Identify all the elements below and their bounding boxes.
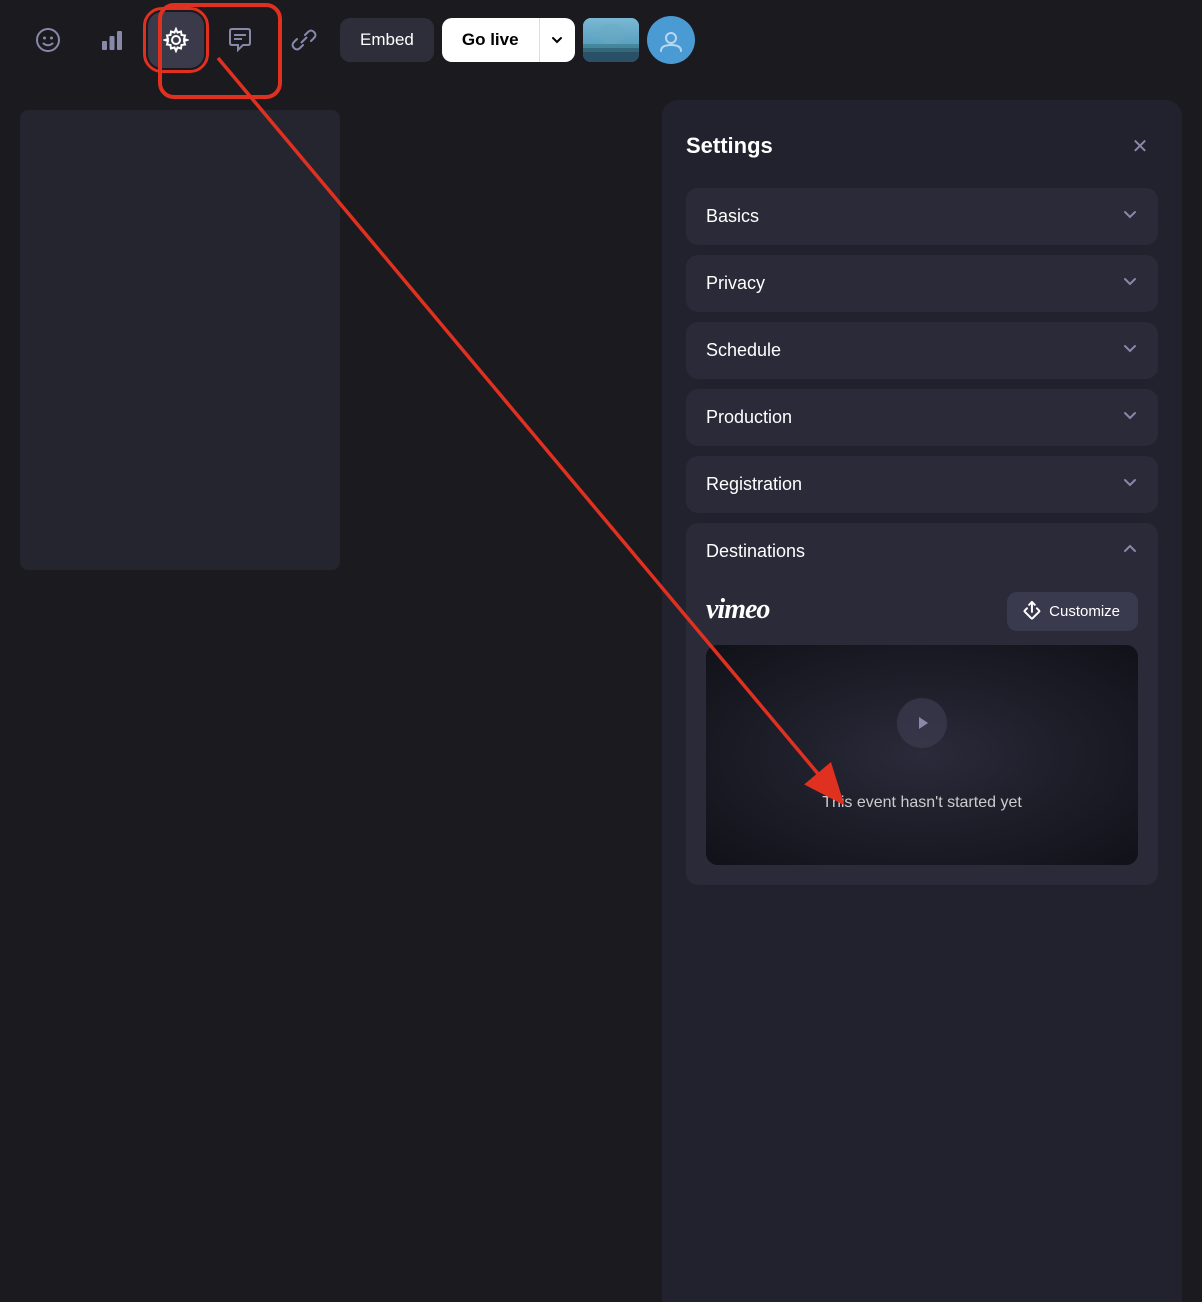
left-area xyxy=(0,80,662,1302)
thumbnail-image xyxy=(583,18,639,62)
schedule-label: Schedule xyxy=(706,340,781,361)
video-preview-box xyxy=(20,110,340,570)
basics-chevron-icon xyxy=(1122,206,1138,227)
customize-label: Customize xyxy=(1049,603,1120,620)
close-icon: ✕ xyxy=(1132,134,1149,159)
chart-icon-button[interactable] xyxy=(84,12,140,68)
go-live-chevron-button[interactable] xyxy=(539,18,575,62)
go-live-group: Go live xyxy=(442,18,575,62)
play-icon-circle xyxy=(897,698,947,748)
privacy-header[interactable]: Privacy xyxy=(686,255,1158,312)
schedule-header[interactable]: Schedule xyxy=(686,322,1158,379)
link-icon-button[interactable] xyxy=(276,12,332,68)
destinations-chevron-icon xyxy=(1122,541,1138,562)
production-label: Production xyxy=(706,407,792,428)
schedule-accordion: Schedule xyxy=(686,322,1158,379)
vimeo-row: vimeo Customize xyxy=(706,592,1138,631)
schedule-chevron-icon xyxy=(1122,340,1138,361)
smiley-icon-button[interactable] xyxy=(20,12,76,68)
vimeo-logo: vimeo xyxy=(706,592,806,631)
settings-title: Settings xyxy=(686,133,773,159)
destinations-header[interactable]: Destinations xyxy=(686,523,1158,580)
settings-panel: Settings ✕ Basics Privacy xyxy=(662,100,1182,1302)
production-header[interactable]: Production xyxy=(686,389,1158,446)
production-chevron-icon xyxy=(1122,407,1138,428)
production-accordion: Production xyxy=(686,389,1158,446)
main-content: Settings ✕ Basics Privacy xyxy=(0,80,1202,1302)
go-live-button[interactable]: Go live xyxy=(442,18,539,62)
registration-label: Registration xyxy=(706,474,802,495)
gear-icon-button[interactable] xyxy=(148,12,204,68)
destinations-label: Destinations xyxy=(706,541,805,562)
destinations-accordion: Destinations vimeo xyxy=(686,523,1158,885)
thumbnail-button[interactable] xyxy=(583,18,639,62)
registration-accordion: Registration xyxy=(686,456,1158,513)
registration-header[interactable]: Registration xyxy=(686,456,1158,513)
basics-label: Basics xyxy=(706,206,759,227)
privacy-accordion: Privacy xyxy=(686,255,1158,312)
destinations-content: vimeo Customize xyxy=(686,580,1158,885)
svg-text:vimeo: vimeo xyxy=(706,594,770,624)
toolbar: Embed Go live xyxy=(0,0,1202,80)
embed-button[interactable]: Embed xyxy=(340,18,434,62)
preview-event-text: This event hasn't started yet xyxy=(822,794,1022,812)
customize-button[interactable]: Customize xyxy=(1007,592,1138,631)
close-settings-button[interactable]: ✕ xyxy=(1122,128,1158,164)
settings-header: Settings ✕ xyxy=(686,128,1158,164)
user-avatar-button[interactable] xyxy=(647,16,695,64)
privacy-chevron-icon xyxy=(1122,273,1138,294)
external-link-icon xyxy=(1021,599,1046,624)
basics-accordion: Basics xyxy=(686,188,1158,245)
vimeo-preview-card: This event hasn't started yet xyxy=(706,645,1138,865)
chat-icon-button[interactable] xyxy=(212,12,268,68)
privacy-label: Privacy xyxy=(706,273,765,294)
basics-header[interactable]: Basics xyxy=(686,188,1158,245)
registration-chevron-icon xyxy=(1122,474,1138,495)
